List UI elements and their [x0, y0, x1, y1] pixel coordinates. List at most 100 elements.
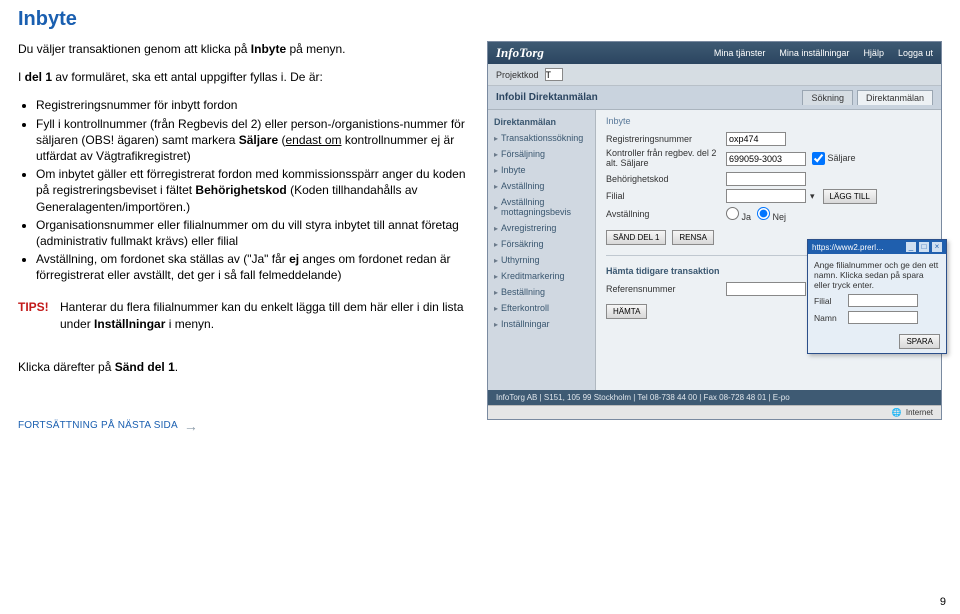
- regnr-label: Registreringsnummer: [606, 134, 726, 144]
- popup-filial-label: Filial: [814, 296, 844, 306]
- saljare-label: Säljare: [828, 153, 856, 163]
- topnav-hjalp[interactable]: Hjälp: [863, 48, 884, 58]
- radio-nej-label: Nej: [773, 212, 787, 222]
- continue-note: FORTSÄTTNING PÅ NÄSTA SIDA →: [18, 418, 473, 434]
- sidebar-item-inbyte[interactable]: Inbyte: [488, 162, 595, 178]
- sidebar-item-avregistrering[interactable]: Avregistrering: [488, 220, 595, 236]
- kontroller-input[interactable]: [726, 152, 806, 166]
- popup-namn-label: Namn: [814, 313, 844, 323]
- popup-max-icon[interactable]: □: [919, 242, 929, 252]
- filial-input[interactable]: [726, 189, 806, 203]
- popup-namn-input[interactable]: [848, 311, 918, 324]
- send-del1-button[interactable]: SÄND DEL 1: [606, 230, 666, 245]
- continue-text: FORTSÄTTNING PÅ NÄSTA SIDA: [18, 420, 178, 431]
- tips-block: TIPS! Hanterar du flera filialnummer kan…: [18, 299, 473, 331]
- b2b: Säljare: [239, 133, 278, 147]
- click-instruction: Klicka därefter på Sänd del 1.: [18, 360, 473, 374]
- tips-text: Hanterar du flera filialnummer kan du en…: [60, 299, 473, 331]
- status-text: Internet: [906, 408, 933, 417]
- intro-1b: Inbyte: [251, 42, 286, 56]
- refnr-input[interactable]: [726, 282, 806, 296]
- intro-2a: I: [18, 70, 25, 84]
- app-topbar: InfoTorg Mina tjänster Mina inställninga…: [488, 42, 941, 64]
- sidebar-item-bestallning[interactable]: Beställning: [488, 284, 595, 300]
- projektkod-input[interactable]: [545, 68, 563, 81]
- rensa-button[interactable]: RENSA: [672, 230, 714, 245]
- bullet-5: Avställning, om fordonet ska ställas av …: [36, 251, 473, 283]
- intro-2b: del 1: [25, 70, 52, 84]
- popup-spara-button[interactable]: SPARA: [899, 334, 940, 349]
- page-number: 9: [940, 596, 946, 608]
- dropdown-icon[interactable]: ▾: [810, 191, 815, 202]
- lagg-till-button[interactable]: LÄGG TILL: [823, 189, 877, 204]
- radio-ja-label: Ja: [742, 212, 752, 222]
- sidebar-item-kreditmarkering[interactable]: Kreditmarkering: [488, 268, 595, 284]
- refnr-label: Referensnummer: [606, 284, 726, 294]
- avstallning-label: Avställning: [606, 209, 726, 219]
- sidebar-header: Direktanmälan: [488, 114, 595, 130]
- crumb-inbyte: Inbyte: [606, 116, 931, 126]
- tips-c: i menyn.: [165, 317, 214, 331]
- intro-2c: av formuläret, ska ett antal uppgifter f…: [52, 70, 323, 84]
- hamta-button[interactable]: HÄMTA: [606, 304, 647, 319]
- projektkod-label: Projektkod: [496, 70, 539, 80]
- click-c: .: [175, 360, 178, 374]
- topnav-installningar[interactable]: Mina inställningar: [779, 48, 849, 58]
- topnav-loggaut[interactable]: Logga ut: [898, 48, 933, 58]
- click-b: Sänd del 1: [115, 360, 175, 374]
- intro-1c: på menyn.: [286, 42, 345, 56]
- b3b: Behörighetskod: [195, 183, 286, 197]
- radio-ja[interactable]: [726, 207, 739, 220]
- sidebar-item-avstallning-mottag[interactable]: Avställning mottagningsbevis: [488, 194, 595, 220]
- popup-text: Ange filialnummer och ge den ett namn. K…: [814, 260, 940, 290]
- main-form: Inbyte Registreringsnummer Kontroller fr…: [596, 110, 941, 390]
- sidebar: Direktanmälan Transaktionssökning Försäl…: [488, 110, 596, 390]
- popup-url: https://www2.prerl…: [812, 243, 903, 252]
- radio-nej[interactable]: [757, 207, 770, 220]
- tab-direktanmalan[interactable]: Direktanmälan: [857, 90, 933, 105]
- bullet-1: Registreringsnummer för inbytt fordon: [36, 97, 473, 113]
- saljare-checkbox-wrap[interactable]: Säljare: [812, 152, 856, 165]
- content-column: Du väljer transaktionen genom att klicka…: [18, 41, 473, 434]
- sidebar-item-efterkontroll[interactable]: Efterkontroll: [488, 300, 595, 316]
- behorig-input[interactable]: [726, 172, 806, 186]
- b5b: ej: [289, 252, 299, 266]
- bullet-3: Om inbytet gäller ett förregistrerat for…: [36, 166, 473, 215]
- b2d: endast om: [285, 133, 341, 147]
- filial-popup: https://www2.prerl… _ □ × Ange filialnum…: [807, 239, 947, 354]
- tips-label: TIPS!: [18, 299, 60, 331]
- intro-line-1: Du väljer transaktionen genom att klicka…: [18, 41, 473, 57]
- bullet-list: Registreringsnummer för inbytt fordon Fy…: [18, 97, 473, 283]
- intro-line-2: I del 1 av formuläret, ska ett antal upp…: [18, 69, 473, 85]
- sidebar-item-transaktionssokning[interactable]: Transaktionssökning: [488, 130, 595, 146]
- app-logo: InfoTorg: [496, 45, 700, 61]
- sidebar-item-forsaljning[interactable]: Försäljning: [488, 146, 595, 162]
- filial-label: Filial: [606, 191, 726, 201]
- page-title: Inbyte: [18, 8, 942, 31]
- globe-icon: 🌐: [892, 408, 902, 417]
- saljare-checkbox[interactable]: [812, 152, 825, 165]
- app-footer: InfoTorg AB | S151, 105 99 Stockholm | T…: [488, 390, 941, 405]
- bullet-4: Organisationsnummer eller filialnummer o…: [36, 217, 473, 249]
- radio-ja-wrap[interactable]: Ja: [726, 207, 751, 222]
- popup-min-icon[interactable]: _: [906, 242, 916, 252]
- tab-sokning[interactable]: Sökning: [802, 90, 853, 105]
- topnav-tjanster[interactable]: Mina tjänster: [714, 48, 766, 58]
- behorig-label: Behörighetskod: [606, 174, 726, 184]
- regnr-input[interactable]: [726, 132, 786, 146]
- click-a: Klicka därefter på: [18, 360, 115, 374]
- kontroller-label: Kontroller från regbev. del 2 alt. Sälja…: [606, 149, 726, 169]
- popup-close-icon[interactable]: ×: [932, 242, 942, 252]
- arrow-right-icon: →: [184, 418, 198, 434]
- bullet-2: Fyll i kontrollnummer (från Regbevis del…: [36, 116, 473, 165]
- sidebar-item-avstallning[interactable]: Avställning: [488, 178, 595, 194]
- screenshot-panel: InfoTorg Mina tjänster Mina inställninga…: [487, 41, 942, 434]
- b5a: Avställning, om fordonet ska ställas av …: [36, 252, 289, 266]
- tips-b: Inställningar: [94, 317, 165, 331]
- sidebar-item-uthyrning[interactable]: Uthyrning: [488, 252, 595, 268]
- sidebar-item-forsakring[interactable]: Försäkring: [488, 236, 595, 252]
- radio-nej-wrap[interactable]: Nej: [757, 207, 786, 222]
- sidebar-item-installningar[interactable]: Inställningar: [488, 316, 595, 332]
- popup-filial-input[interactable]: [848, 294, 918, 307]
- intro-1a: Du väljer transaktionen genom att klicka…: [18, 42, 251, 56]
